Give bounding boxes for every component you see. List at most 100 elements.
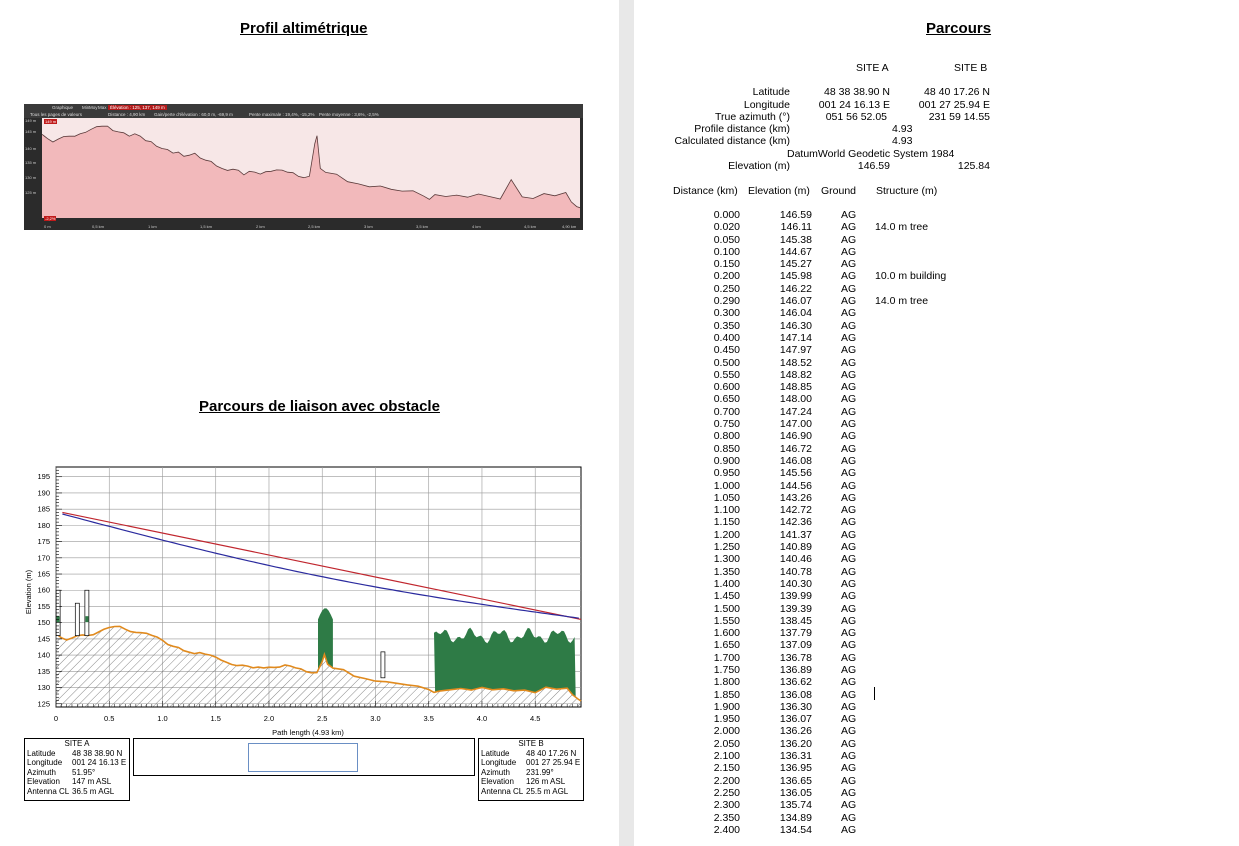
cell-ground: AG (841, 442, 857, 455)
cell-ground: AG (841, 799, 857, 812)
cell-elevation: 136.30 (779, 700, 812, 713)
page-divider (619, 0, 634, 846)
info-key: Elevation (27, 777, 60, 786)
elevation-a: 146.59 (857, 160, 890, 172)
cell-distance: 1.150 (713, 516, 740, 529)
cell-distance: 0.200 (713, 270, 740, 283)
cell-distance: 1.500 (713, 602, 740, 615)
x-axis-label: Path length (4.93 km) (272, 728, 344, 737)
y-tick-label: 190 (37, 488, 50, 497)
cell-ground: AG (841, 282, 857, 295)
azimuth-b: 231 59 14.55 (928, 111, 990, 123)
calculated-distance-label: Calculated distance (km) (674, 135, 790, 147)
cell-distance: 1.000 (713, 479, 740, 492)
parcours-title: Parcours (926, 20, 992, 37)
profile-title: Profil altimétrique (240, 20, 368, 37)
cell-distance: 0.100 (713, 245, 740, 258)
col-structure-header: Structure (m) (876, 185, 938, 197)
cell-ground: AG (841, 577, 857, 590)
cell-elevation: 144.67 (779, 245, 812, 258)
toolbar-item: Graphique (52, 105, 74, 110)
site-a-header: SITE A (856, 62, 889, 74)
cell-elevation: 140.30 (779, 577, 812, 590)
longitude-a: 001 24 16.13 E (818, 99, 890, 111)
cell-distance: 0.250 (713, 282, 740, 295)
cell-distance: 2.100 (713, 750, 740, 763)
info-value: 001 24 16.13 E (72, 758, 127, 767)
tree-structure (84, 589, 90, 636)
info-key: Longitude (27, 758, 63, 767)
site-a-box-title: SITE A (64, 739, 90, 748)
cell-distance: 0.950 (713, 467, 740, 480)
center-box-inner[interactable] (248, 743, 358, 772)
cell-ground: AG (841, 651, 857, 664)
cell-elevation: 146.07 (779, 295, 812, 308)
cell-ground: AG (841, 700, 857, 713)
cell-distance: 0.800 (713, 430, 740, 443)
cell-elevation: 145.38 (779, 233, 812, 246)
info-key: Antenna CL (481, 786, 524, 796)
y-label: 135 m (25, 160, 37, 165)
toolbar-item: Tous les pages de valeurs (30, 112, 83, 117)
cell-distance: 0.650 (713, 393, 740, 406)
elevation-profile-image: Graphique Min Moy Max Élévation : 125, 1… (24, 104, 583, 230)
y-tick-label: 135 (37, 667, 50, 676)
y-tick-label: 155 (37, 602, 50, 611)
cell-elevation: 145.56 (779, 467, 812, 480)
cell-elevation: 146.72 (779, 442, 812, 455)
cell-elevation: 143.26 (779, 491, 812, 504)
y-label: 145 m (25, 129, 37, 134)
cell-ground: AG (841, 270, 857, 283)
x-label: 3,5 km (416, 224, 429, 229)
cell-ground: AG (841, 221, 857, 234)
cell-distance: 2.150 (713, 762, 740, 775)
cell-ground: AG (841, 516, 857, 529)
x-tick-label: 2.0 (264, 714, 274, 723)
cell-distance: 1.600 (713, 627, 740, 640)
cell-ground: AG (841, 418, 857, 431)
grade-tag: -2,2% (44, 216, 57, 221)
cell-structure: 14.0 m tree (875, 295, 929, 308)
latitude-b: 48 40 17.26 N (924, 86, 990, 98)
cell-distance: 1.450 (713, 590, 740, 603)
x-tick-label: 0.5 (104, 714, 114, 723)
cell-distance: 0.300 (713, 307, 740, 320)
cell-distance: 0.290 (713, 295, 740, 308)
cell-distance: 1.700 (713, 651, 740, 664)
cell-ground: AG (841, 209, 857, 221)
y-tick-label: 170 (37, 553, 50, 562)
cell-elevation: 141.37 (779, 528, 812, 541)
cell-elevation: 147.00 (779, 418, 812, 431)
cell-distance: 0.000 (713, 209, 740, 221)
cell-distance: 2.350 (713, 811, 740, 824)
cell-ground: AG (841, 639, 857, 652)
profile-area-plot (42, 118, 580, 218)
cell-distance: 1.850 (713, 688, 740, 701)
x-tick-label: 4.5 (530, 714, 540, 723)
datum-text: DatumWorld Geodetic System 1984 (787, 148, 955, 160)
site-b-box-title: SITE B (518, 739, 544, 748)
x-label: 1,5 km (200, 224, 213, 229)
cell-elevation: 142.72 (779, 504, 812, 517)
cell-ground: AG (841, 233, 857, 246)
toolbar-item: Gain/perte d'élévation : 60,0 m, -69,9 m (154, 112, 233, 117)
cell-distance: 2.300 (713, 799, 740, 812)
azimuth-label: True azimuth (°) (715, 111, 790, 123)
elevation-label: Elevation (m) (728, 160, 790, 172)
x-label: 4,5 km (524, 224, 537, 229)
structure-marker (380, 651, 386, 679)
y-tick-label: 160 (37, 586, 50, 595)
cell-ground: AG (841, 823, 857, 836)
obstacle-title: Parcours de liaison avec obstacle (199, 398, 440, 415)
cell-elevation: 148.85 (779, 381, 812, 394)
info-key: Azimuth (481, 767, 510, 777)
profile-distance-value: 4.93 (892, 123, 913, 135)
cell-ground: AG (841, 405, 857, 418)
y-axis-label: Elevation (m) (24, 569, 33, 614)
cell-ground: AG (841, 774, 857, 787)
cell-elevation: 135.74 (779, 799, 812, 812)
cell-distance: 1.900 (713, 700, 740, 713)
text-cursor (874, 687, 875, 700)
cell-elevation: 146.04 (779, 307, 812, 320)
cell-elevation: 148.52 (779, 356, 812, 369)
